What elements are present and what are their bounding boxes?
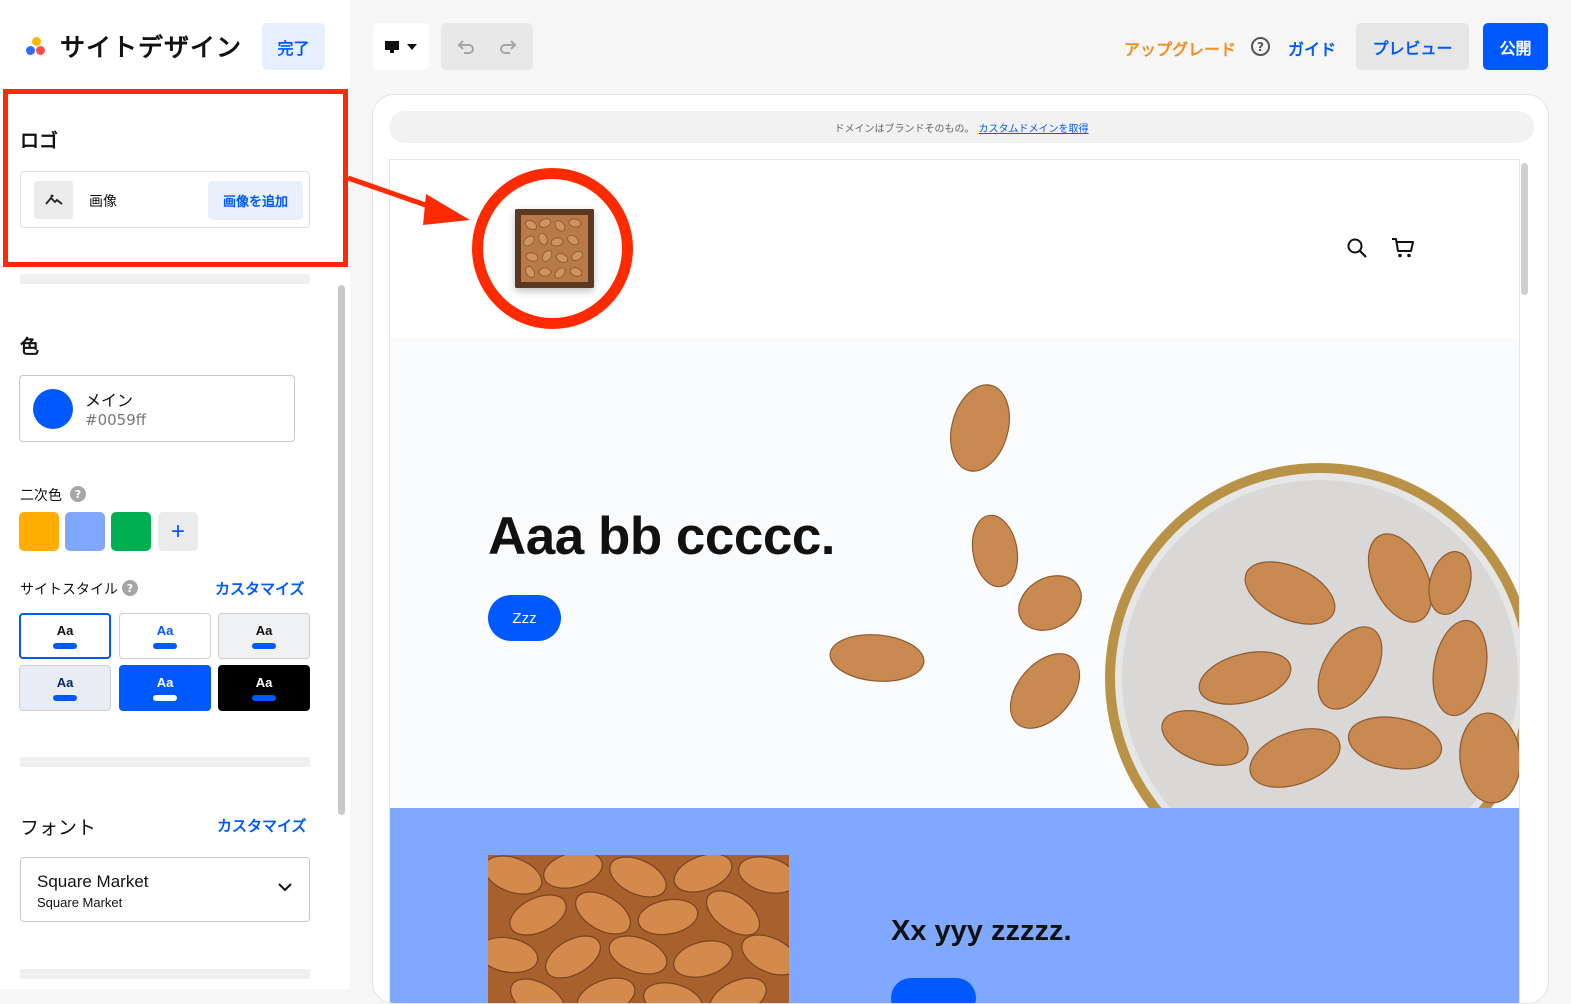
- upgrade-link[interactable]: アップグレード: [1124, 36, 1236, 60]
- section-divider: [20, 274, 310, 284]
- color-section-heading: 色: [20, 336, 40, 358]
- help-icon[interactable]: ?: [122, 580, 138, 596]
- secondary-color-swatch-light-blue[interactable]: [65, 512, 105, 551]
- undo-redo-group: [441, 23, 533, 70]
- logo-image-card[interactable]: 画像 画像を追加: [20, 171, 310, 228]
- style-tile-button-sample: [252, 695, 276, 701]
- main-color-picker[interactable]: メイン #0059ff: [19, 375, 295, 442]
- cart-icon[interactable]: [1391, 237, 1415, 259]
- site-logo-image[interactable]: [515, 209, 594, 288]
- hero-cta-button[interactable]: Zzz: [488, 595, 561, 641]
- featured-cta-button[interactable]: [891, 978, 976, 1003]
- guide-link[interactable]: ガイド: [1288, 36, 1336, 60]
- preview-scrollbar[interactable]: [1521, 163, 1528, 295]
- style-tile-label: Aa: [156, 675, 174, 690]
- font-select[interactable]: Square Market Square Market: [20, 857, 310, 922]
- featured-heading[interactable]: Xx yyy zzzzz.: [891, 915, 1072, 948]
- style-tile-label: Aa: [56, 623, 74, 638]
- style-tile-button-sample: [252, 643, 276, 649]
- redo-icon[interactable]: [498, 36, 520, 58]
- add-color-button[interactable]: +: [158, 512, 198, 551]
- style-tile-button-sample: [53, 695, 77, 701]
- section-divider: [20, 757, 310, 767]
- logo-image-label: 画像: [89, 194, 117, 210]
- main-color-label: メイン: [85, 391, 134, 410]
- almond-box-image: [515, 209, 594, 288]
- publish-button[interactable]: 公開: [1483, 23, 1548, 70]
- site-canvas[interactable]: Aaa bb ccccc. Zzz Xx yyy zzzzz.: [389, 159, 1520, 1003]
- site-style-tile[interactable]: Aa: [218, 613, 310, 659]
- hero-heading[interactable]: Aaa bb ccccc.: [488, 506, 836, 567]
- hero-section[interactable]: Aaa bb ccccc. Zzz: [390, 338, 1519, 808]
- site-style-tile[interactable]: Aa: [218, 665, 310, 711]
- almonds-photo[interactable]: [488, 855, 789, 1003]
- caret-down-icon: [407, 43, 417, 50]
- site-style-tile[interactable]: Aa: [19, 613, 111, 659]
- app-logo-icon: [26, 37, 46, 57]
- secondary-color-swatch-green[interactable]: [111, 512, 151, 551]
- font-section-heading: フォント: [20, 817, 97, 839]
- style-tile-button-sample: [53, 643, 77, 649]
- device-toggle-button[interactable]: [373, 23, 429, 70]
- domain-banner: ドメインはブランドそのもの。 カスタムドメインを取得: [389, 111, 1534, 143]
- logo-section-heading: ロゴ: [20, 130, 59, 152]
- image-placeholder-icon: [34, 181, 73, 219]
- site-style-label: サイトスタイル: [20, 582, 118, 598]
- help-icon[interactable]: ?: [70, 486, 86, 502]
- style-tile-label: Aa: [255, 623, 273, 638]
- sidebar-scrollbar[interactable]: [338, 285, 345, 815]
- font-select-subtext: Square Market: [37, 895, 123, 910]
- featured-section[interactable]: Xx yyy zzzzz.: [390, 808, 1519, 1003]
- help-icon[interactable]: ?: [1251, 37, 1270, 56]
- custom-domain-link[interactable]: カスタムドメインを取得: [979, 120, 1089, 135]
- done-button[interactable]: 完了: [262, 23, 325, 70]
- site-style-tile[interactable]: Aa: [19, 665, 111, 711]
- undo-icon[interactable]: [454, 36, 476, 58]
- site-style-customize-link[interactable]: カスタマイズ: [215, 578, 305, 599]
- secondary-color-label: 二次色: [20, 488, 62, 504]
- design-sidebar: サイトデザイン 完了 ロゴ 画像 画像を追加 色 メイン #0059ff 二次色…: [0, 0, 350, 989]
- font-customize-link[interactable]: カスタマイズ: [217, 815, 307, 836]
- style-tile-label: Aa: [255, 675, 273, 690]
- chevron-down-icon: [278, 883, 292, 892]
- search-icon[interactable]: [1346, 237, 1368, 259]
- almond-bowl-image: [829, 384, 1519, 808]
- section-divider: [20, 969, 310, 979]
- page-title: サイトデザイン: [60, 33, 243, 62]
- preview-button[interactable]: プレビュー: [1356, 23, 1469, 70]
- site-style-tile[interactable]: Aa: [119, 613, 211, 659]
- domain-banner-text: ドメインはブランドそのもの。: [834, 123, 975, 135]
- font-select-value: Square Market: [37, 872, 149, 891]
- style-tile-label: Aa: [156, 623, 174, 638]
- main-color-hex: #0059ff: [85, 411, 147, 429]
- style-tile-button-sample: [153, 695, 177, 701]
- style-tile-label: Aa: [56, 675, 74, 690]
- add-image-button[interactable]: 画像を追加: [208, 181, 303, 220]
- site-style-tile[interactable]: Aa: [119, 665, 211, 711]
- desktop-icon: [385, 40, 399, 53]
- almonds-pile-image: [488, 855, 789, 1003]
- main-color-swatch: [33, 389, 73, 429]
- site-preview-frame: ドメインはブランドそのもの。 カスタムドメインを取得 Aaa bb ccccc.…: [372, 94, 1549, 1004]
- style-tile-button-sample: [153, 643, 177, 649]
- secondary-color-swatch-orange[interactable]: [19, 512, 59, 551]
